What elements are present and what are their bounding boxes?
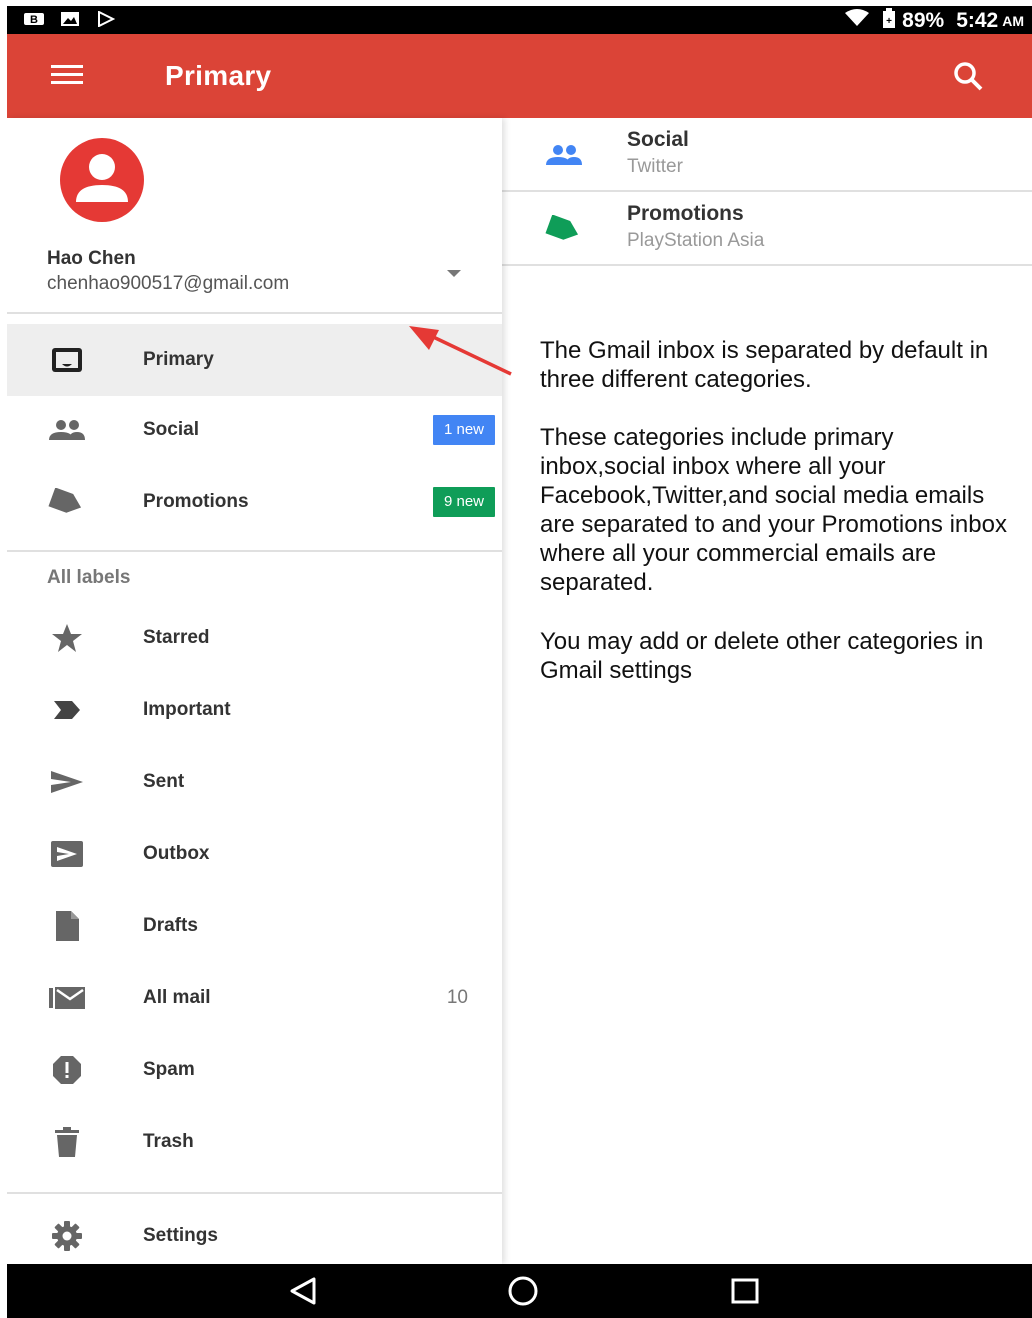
trash-icon [47,1125,87,1159]
category-title: Promotions [627,202,744,225]
wifi-icon [844,9,870,33]
tag-icon [47,485,87,519]
drawer-item-label: Social [143,419,199,440]
phone-screen: B + 89% 5:42 AM Primary Hao Chen chenhao… [7,6,1032,1318]
drawer-item-drafts[interactable]: Drafts [7,890,502,962]
system-navigation-bar [7,1264,1032,1318]
status-bar: B + 89% 5:42 AM [7,6,1032,34]
battery-level: 89% [902,9,945,32]
drawer-item-label: Spam [143,1059,195,1080]
drawer-item-label: Trash [143,1131,194,1152]
b-notification-icon: B [23,10,45,28]
outbox-icon [47,837,87,871]
category-sender: PlayStation Asia [627,230,765,251]
drawer-divider [7,312,502,314]
drawer-item-outbox[interactable]: Outbox [7,818,502,890]
all-labels-header: All labels [47,567,131,588]
navigation-drawer: Hao Chen chenhao900517@gmail.com Primary… [7,118,502,1264]
draft-icon [47,909,87,943]
svg-text:+: + [886,16,892,27]
gear-icon [47,1219,87,1253]
drawer-item-label: Important [143,699,231,720]
tag-icon [544,214,584,244]
drawer-item-label: Promotions [143,491,249,512]
annotation-arrow-icon [405,324,515,378]
account-switcher-chevron-down-icon[interactable] [445,266,463,278]
send-icon [47,765,87,799]
drawer-item-spam[interactable]: Spam [7,1034,502,1106]
all-mail-icon [47,981,87,1015]
drawer-item-promotions[interactable]: Promotions 9 new [7,466,502,538]
new-count-badge: 9 new [432,487,495,517]
drawer-item-trash[interactable]: Trash [7,1106,502,1178]
annotation-paragraph-3: You may add or delete other categories i… [540,628,984,684]
important-icon [47,693,87,727]
annotation-paragraph-1: The Gmail inbox is separated by default … [540,337,989,393]
drawer-item-label: Outbox [143,843,210,864]
drawer-item-starred[interactable]: Starred [7,602,502,674]
category-title: Social [627,128,689,151]
new-count-badge: 1 new [432,415,495,445]
all-mail-count: 10 [446,987,468,1008]
category-sender: Twitter [627,156,683,177]
spam-icon [47,1053,87,1087]
back-icon[interactable] [285,1275,321,1307]
account-name: Hao Chen [47,248,136,269]
home-icon[interactable] [505,1275,541,1307]
people-icon [47,413,87,447]
battery-icon: + [882,8,896,34]
image-notification-icon [59,10,81,28]
drawer-item-label: Primary [143,349,214,370]
app-bar: Primary [7,34,1032,118]
menu-icon[interactable] [51,62,85,88]
clock-ampm: AM [1002,13,1024,29]
drawer-item-label: Sent [143,771,185,792]
play-store-notification-icon [95,10,117,28]
inbox-content: Social Twitter Promotions PlayStation As… [502,118,1032,1264]
avatar[interactable] [47,138,157,222]
drawer-item-label: Drafts [143,915,198,936]
recent-apps-icon[interactable] [727,1275,763,1307]
drawer-item-social[interactable]: Social 1 new [7,394,502,466]
drawer-item-important[interactable]: Important [7,674,502,746]
page-title: Primary [165,60,272,91]
category-row-social[interactable]: Social Twitter [502,118,1032,192]
drawer-divider [7,550,502,552]
annotation-paragraph-2: These categories include primary inbox,s… [540,424,1007,596]
drawer-item-label: Starred [143,627,210,648]
category-row-promotions[interactable]: Promotions PlayStation Asia [502,192,1032,266]
star-icon [47,621,87,655]
svg-text:B: B [30,14,38,26]
drawer-item-all-mail[interactable]: All mail 10 [7,962,502,1034]
clock: 5:42 [956,9,999,32]
drawer-item-label: All mail [143,987,211,1008]
drawer-item-label: Settings [143,1225,218,1246]
people-icon [544,140,584,170]
account-email: chenhao900517@gmail.com [47,273,290,294]
drawer-item-sent[interactable]: Sent [7,746,502,818]
drawer-item-settings[interactable]: Settings [7,1200,502,1272]
drawer-divider [7,1192,502,1194]
inbox-icon [47,343,87,377]
search-icon[interactable] [952,60,984,92]
